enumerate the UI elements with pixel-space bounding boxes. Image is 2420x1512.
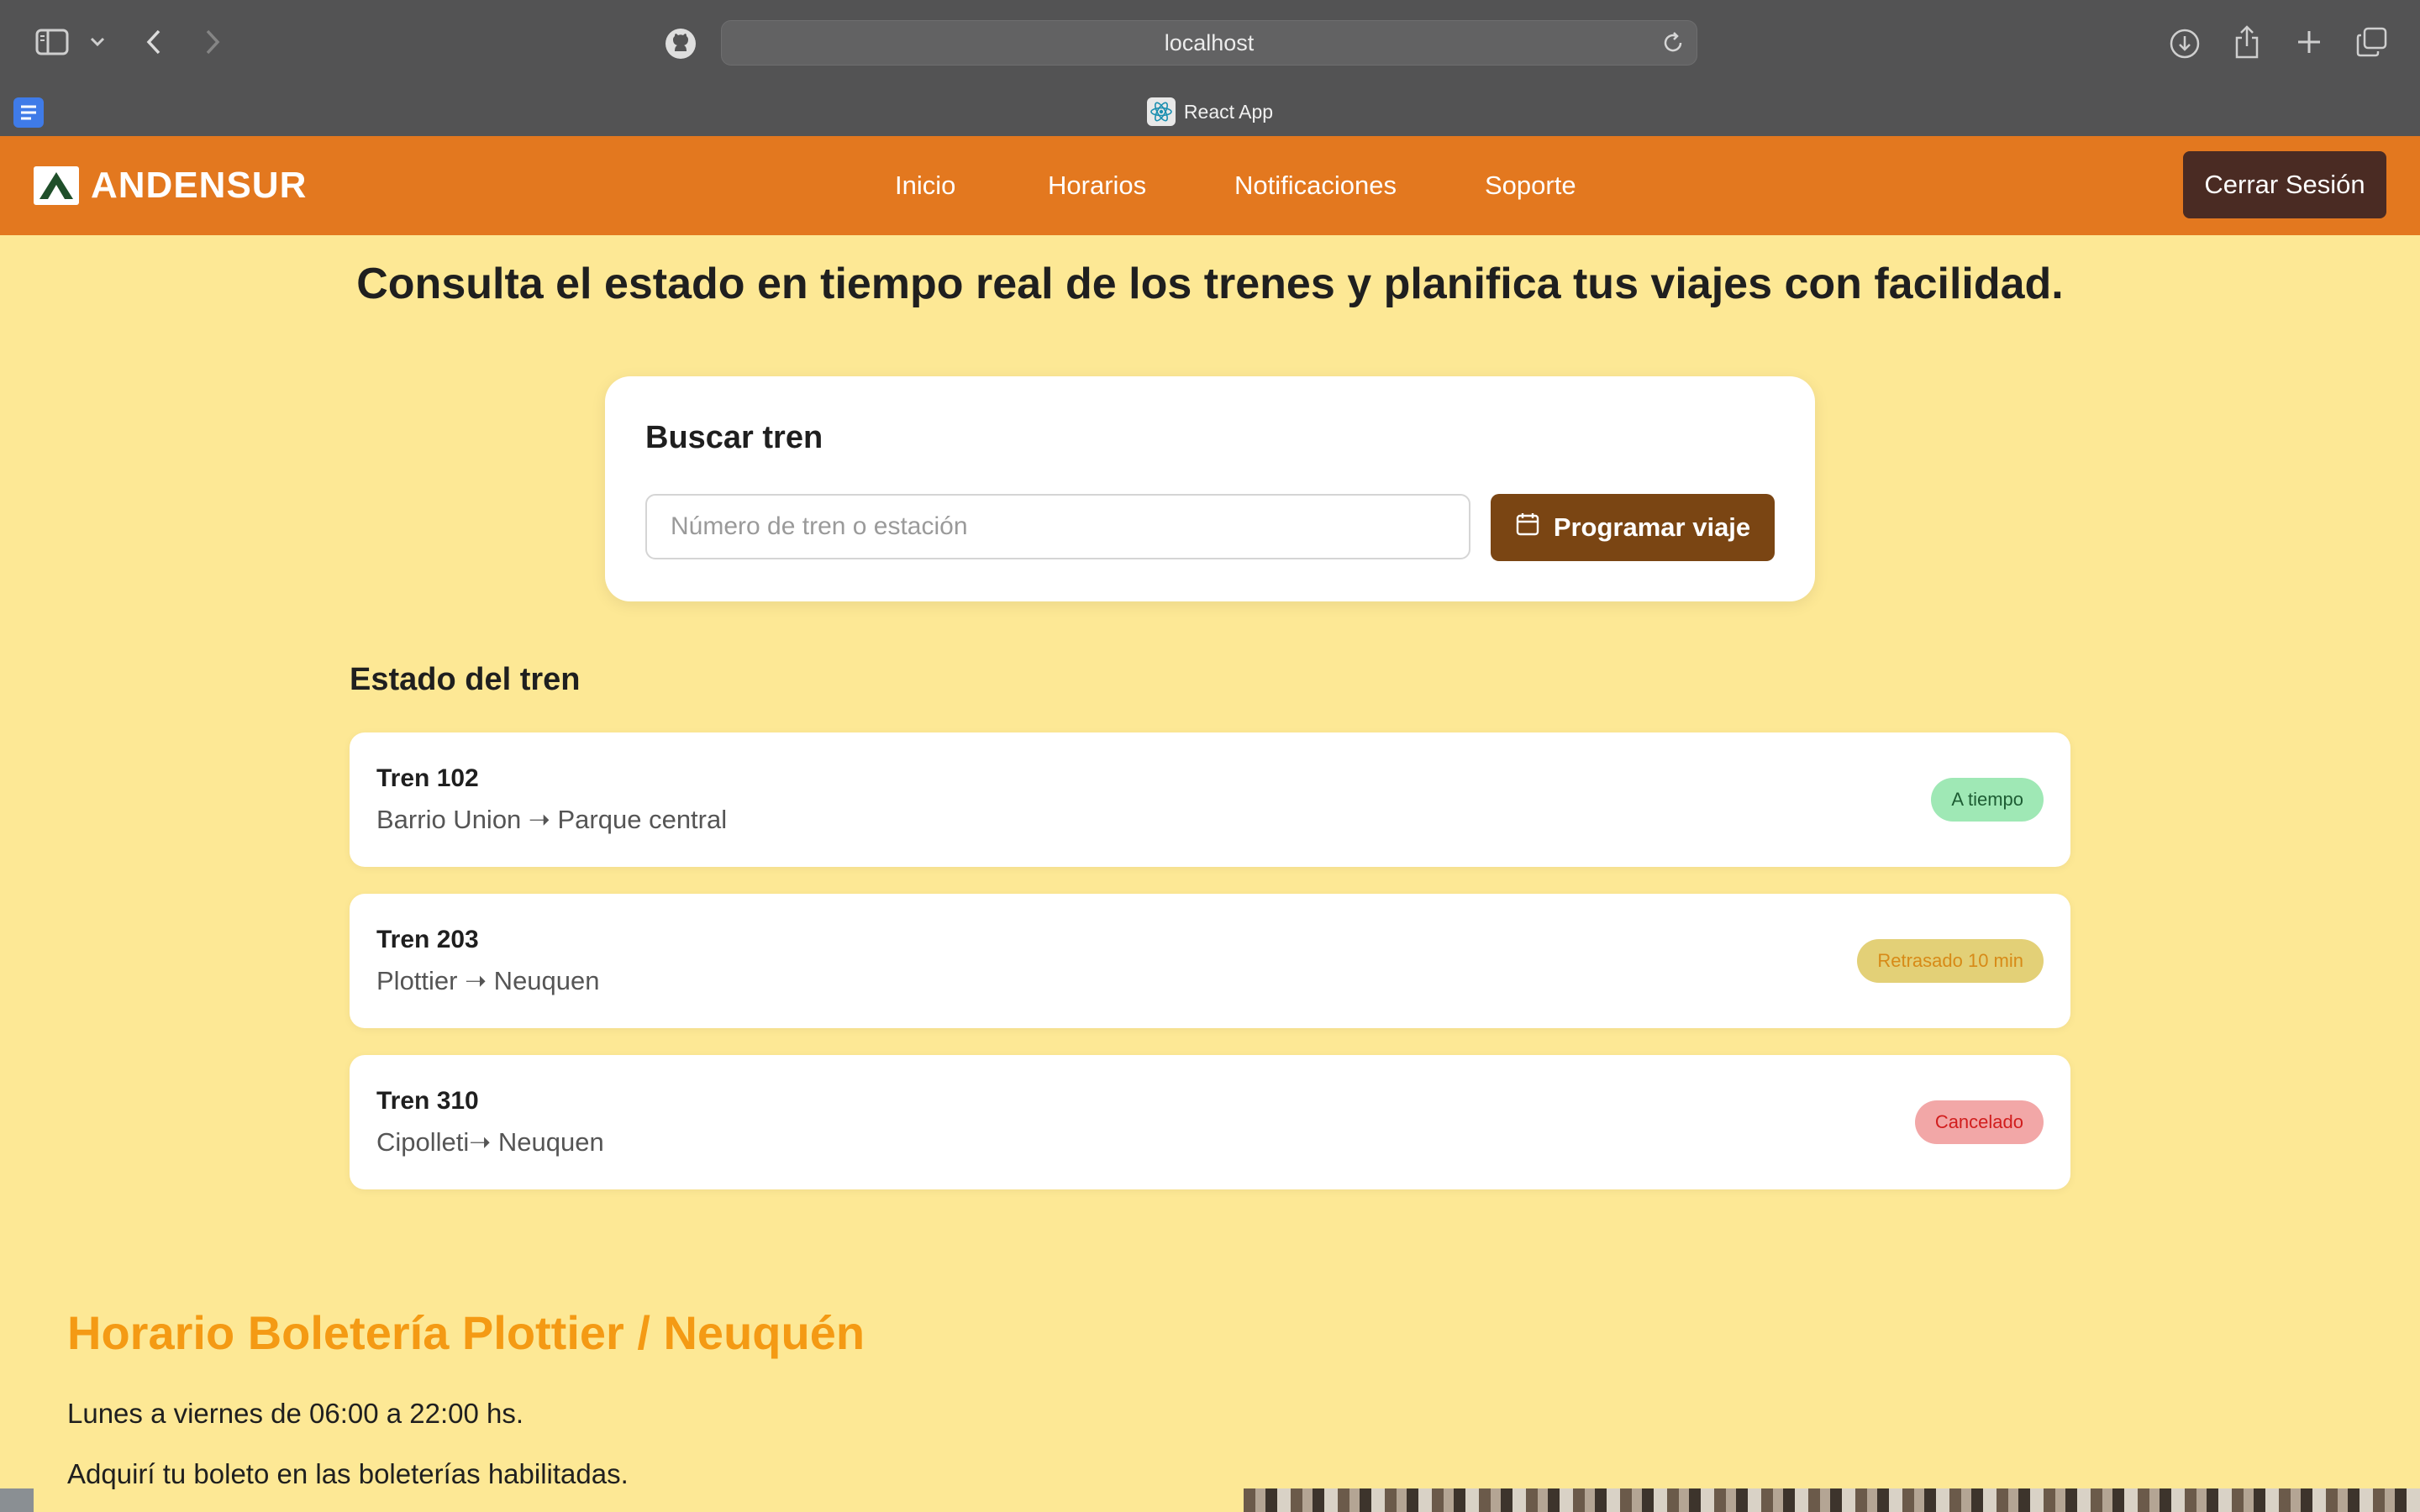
train-route: Cipolleti➝ Neuquen	[376, 1127, 604, 1157]
train-name: Tren 102	[376, 764, 479, 792]
url-text: localhost	[1164, 29, 1255, 55]
github-icon[interactable]	[664, 27, 697, 60]
train-card[interactable]: Tren 102 Barrio Union ➝ Parque central A…	[350, 732, 2070, 867]
react-icon	[1146, 97, 1176, 126]
logout-button[interactable]: Cerrar Sesión	[2183, 151, 2386, 218]
calendar-icon	[1515, 512, 1540, 543]
share-icon[interactable]	[2228, 22, 2265, 62]
train-name: Tren 310	[376, 1087, 479, 1115]
search-title: Buscar tren	[645, 420, 823, 455]
train-card[interactable]: Tren 203 Plottier ➝ Neuquen Retrasado 10…	[350, 894, 2070, 1028]
new-tab-icon[interactable]	[2292, 25, 2326, 59]
brand-logo[interactable]: ANDENSUR	[34, 165, 307, 207]
forward-icon[interactable]	[200, 25, 225, 59]
decorative-image-edge	[0, 1488, 34, 1512]
mountain-logo-icon	[34, 166, 79, 205]
train-card[interactable]: Tren 310 Cipolleti➝ Neuquen Cancelado	[350, 1055, 2070, 1189]
reload-icon[interactable]	[1661, 31, 1685, 59]
app-header: ANDENSUR Inicio Horarios Notificaciones …	[0, 136, 2420, 235]
schedule-note: Adquirí tu boleto en las boleterías habi…	[67, 1458, 629, 1489]
nav-horarios[interactable]: Horarios	[1048, 136, 1146, 235]
back-icon[interactable]	[141, 25, 166, 59]
nav-soporte[interactable]: Soporte	[1485, 136, 1576, 235]
status-badge: Retrasado 10 min	[1857, 939, 2044, 983]
rail-tracks-image	[1244, 1488, 2420, 1512]
schedule-title: Horario Boletería Plottier / Neuquén	[67, 1306, 865, 1359]
download-icon[interactable]	[2166, 25, 2203, 62]
plan-trip-button[interactable]: Programar viaje	[1491, 494, 1775, 561]
tab-strip: React App	[0, 87, 2420, 136]
address-bar[interactable]: localhost	[721, 20, 1697, 66]
plan-trip-label: Programar viaje	[1553, 512, 1751, 542]
search-input[interactable]	[645, 494, 1470, 559]
nav-notificaciones[interactable]: Notificaciones	[1234, 136, 1397, 235]
tab-title: React App	[1183, 100, 1274, 123]
tab-react-app[interactable]: React App	[0, 87, 2420, 136]
schedule-hours: Lunes a viernes de 06:00 a 22:00 hs.	[67, 1398, 524, 1429]
tab-overview-icon[interactable]	[2354, 25, 2390, 59]
train-route: Plottier ➝ Neuquen	[376, 966, 600, 995]
nav-inicio[interactable]: Inicio	[895, 136, 955, 235]
train-name: Tren 203	[376, 926, 479, 953]
status-badge: A tiempo	[1931, 778, 2044, 822]
train-route: Barrio Union ➝ Parque central	[376, 805, 728, 834]
brand-name: ANDENSUR	[91, 165, 308, 206]
status-badge: Cancelado	[1914, 1100, 2044, 1144]
browser-chrome: localhost React App	[0, 0, 2420, 137]
search-card: Buscar tren Programar viaje	[605, 376, 1815, 601]
chevron-down-icon[interactable]	[87, 32, 108, 52]
train-status-title: Estado del tren	[350, 662, 581, 697]
sidebar-toggle-icon[interactable]	[34, 27, 71, 57]
page-headline: Consulta el estado en tiempo real de los…	[356, 260, 2064, 308]
